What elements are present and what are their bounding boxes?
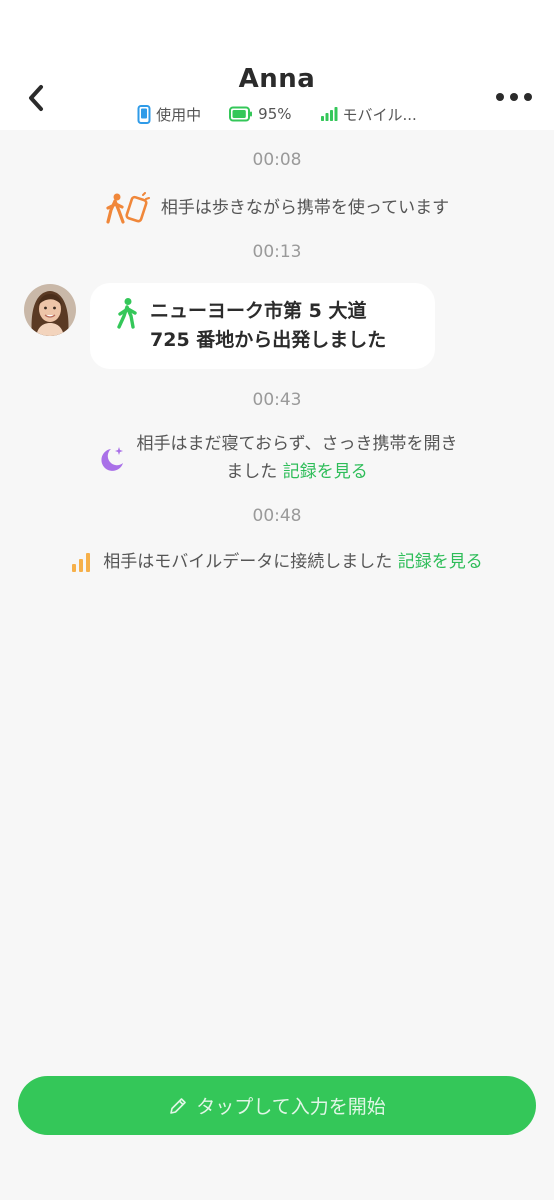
start-input-button[interactable]: タップして入力を開始 (18, 1076, 536, 1135)
event-text-line2: ました (226, 462, 278, 482)
status-row: 使用中 95% モバイル... (0, 103, 554, 125)
network-status: モバイル... (320, 104, 417, 125)
event-text: 相手は歩きながら携帯を使っています (160, 198, 450, 218)
view-record-link[interactable]: 記録を見る (398, 552, 483, 572)
timestamp: 00:48 (252, 506, 302, 526)
moon-stars-icon (100, 447, 123, 471)
location-message-text: ニューヨーク市第 5 大道 725 番地から出発しました (150, 300, 387, 351)
network-status-label: モバイル... (342, 105, 417, 124)
event-woke-up: 相手はまだ寝ておらず、さっき携帯を開き ました 記録を見る (0, 430, 554, 486)
activity-timeline: 00:08 相手は歩きながら携帯を使っています 00:13 ニューヨーク市第 5… (0, 130, 554, 1070)
location-message-bubble[interactable]: ニューヨーク市第 5 大道 725 番地から出発しました (90, 283, 435, 369)
walking-phone-icon (106, 192, 150, 224)
timestamp: 00:43 (252, 390, 302, 410)
view-record-link[interactable]: 記録を見る (283, 462, 368, 482)
avatar (24, 284, 76, 336)
signal-bars-icon (72, 553, 91, 572)
device-status: 使用中 (137, 104, 201, 125)
start-input-label: タップして入力を開始 (196, 1096, 386, 1118)
event-text-line1: 相手はまだ寝ておらず、さっき携帯を開き (136, 434, 458, 454)
battery-status: 95% (229, 105, 292, 123)
device-status-label: 使用中 (156, 105, 202, 124)
more-dots-icon (496, 93, 532, 101)
event-text: 相手はモバイルデータに接続しました (103, 552, 393, 572)
event-walking-phone: 相手は歩きながら携帯を使っています (0, 192, 554, 224)
page-title: Anna (238, 64, 316, 94)
battery-icon (229, 106, 253, 122)
header: Anna 使用中 95% モバイル... (0, 0, 554, 130)
event-mobile-data: 相手はモバイルデータに接続しました 記録を見る (0, 548, 554, 576)
avatar-portrait-icon (24, 284, 76, 336)
walking-person-icon (117, 298, 137, 329)
pencil-icon (170, 1097, 187, 1114)
timestamp: 00:08 (252, 150, 302, 170)
signal-bars-icon (320, 107, 338, 121)
phone-icon (137, 104, 151, 124)
battery-percent: 95% (258, 105, 292, 123)
timestamp: 00:13 (252, 242, 302, 262)
